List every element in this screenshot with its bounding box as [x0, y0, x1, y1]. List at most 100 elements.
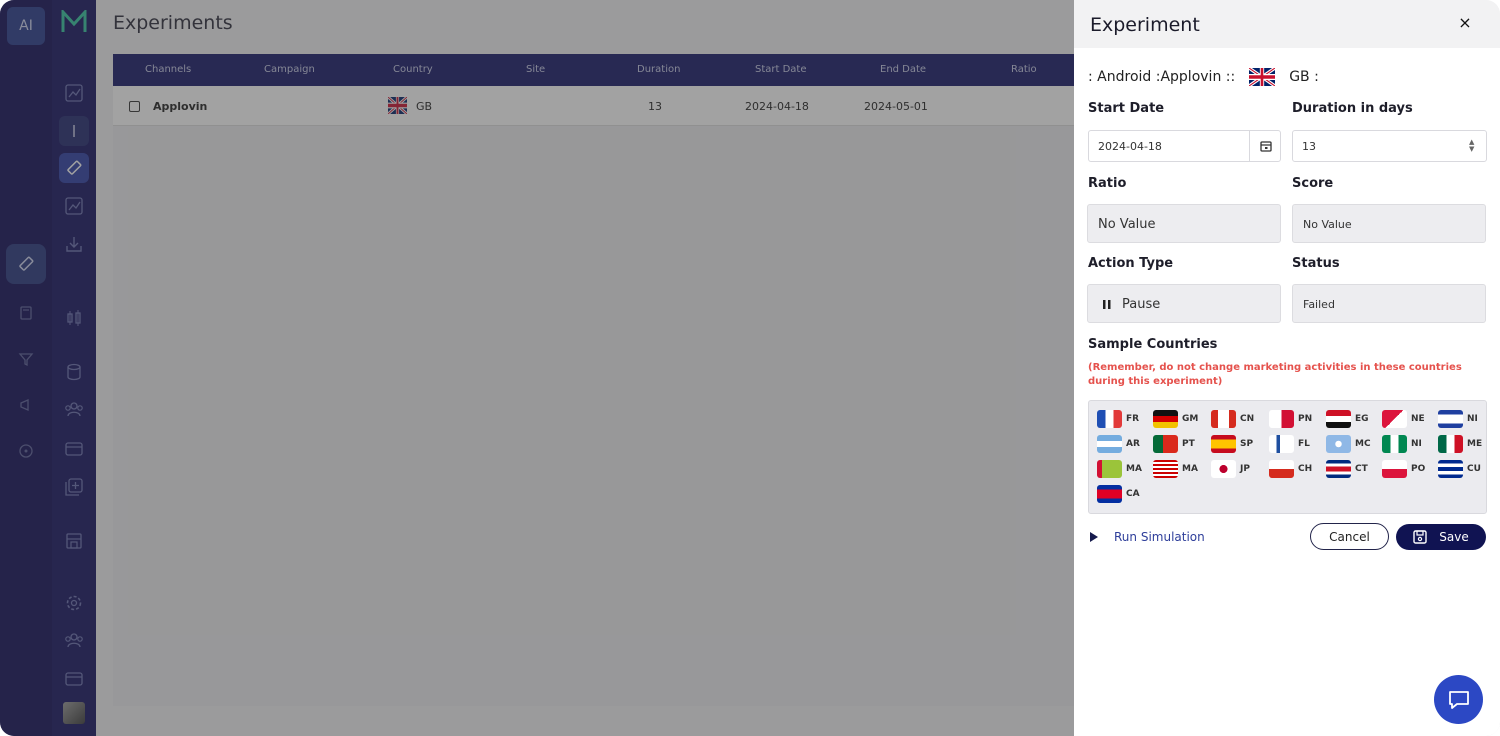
floppy-disk-icon: [1413, 530, 1427, 544]
start-date-value: 2024-04-18: [1098, 140, 1162, 153]
country-chip: CT: [1326, 460, 1368, 478]
action-type-label: Action Type: [1088, 256, 1174, 271]
calendar-icon[interactable]: [1259, 139, 1273, 153]
close-icon[interactable]: ×: [1457, 15, 1473, 31]
summary-country: GB :: [1289, 69, 1319, 85]
country-chip: MA: [1097, 460, 1142, 478]
country-chip: CH: [1269, 460, 1312, 478]
country-flag-icon: [1269, 435, 1294, 453]
country-flag-icon: [1382, 460, 1407, 478]
country-chip: NI: [1438, 410, 1478, 428]
country-chip: PN: [1269, 410, 1312, 428]
country-chip: FR: [1097, 410, 1139, 428]
country-chip: MA: [1153, 460, 1198, 478]
country-flag-icon: [1438, 410, 1463, 428]
country-flag-icon: [1269, 460, 1294, 478]
sample-countries-label: Sample Countries: [1088, 337, 1218, 352]
stepper-arrows-icon[interactable]: ▲ ▼: [1469, 139, 1474, 153]
status-value: Failed: [1303, 298, 1335, 311]
duration-stepper[interactable]: 13 ▲ ▼: [1292, 130, 1487, 162]
country-flag-icon: [1382, 410, 1407, 428]
pause-icon: [1103, 300, 1111, 309]
run-simulation-label: Run Simulation: [1114, 530, 1205, 544]
country-chip: CA: [1097, 485, 1140, 503]
country-code: AR: [1126, 439, 1140, 449]
country-flag-icon: [1326, 410, 1351, 428]
ratio-value: No Value: [1098, 217, 1156, 232]
country-code: NI: [1467, 414, 1478, 424]
country-code: GM: [1182, 414, 1199, 424]
country-code: CN: [1240, 414, 1255, 424]
country-chip: NI: [1382, 435, 1422, 453]
country-chip: CU: [1438, 460, 1481, 478]
country-flag-icon: [1211, 410, 1236, 428]
country-flag-icon: [1153, 460, 1178, 478]
start-date-label: Start Date: [1088, 101, 1165, 116]
country-code: FR: [1126, 414, 1140, 424]
country-code: PN: [1298, 414, 1313, 424]
chat-support-button[interactable]: [1434, 675, 1483, 724]
run-simulation-button[interactable]: Run Simulation: [1090, 530, 1205, 544]
country-code: PO: [1411, 464, 1426, 474]
country-flag-icon: [1153, 410, 1178, 428]
summary-prefix: : Android :Applovin ::: [1088, 69, 1236, 85]
country-flag-icon: [1326, 460, 1351, 478]
country-code: FL: [1298, 439, 1310, 449]
country-code: NE: [1411, 414, 1425, 424]
action-type-value: Pause: [1122, 297, 1161, 312]
modal-backdrop[interactable]: [0, 0, 1074, 736]
country-chip: FL: [1269, 435, 1310, 453]
panel-title: Experiment: [1090, 14, 1200, 36]
country-code: CU: [1467, 464, 1481, 474]
warning-text: (Remember, do not change marketing activ…: [1088, 362, 1462, 387]
country-code: MA: [1182, 464, 1198, 474]
country-chip: MC: [1326, 435, 1371, 453]
country-chip: PT: [1153, 435, 1195, 453]
country-chip: AR: [1097, 435, 1140, 453]
country-chip: ME: [1438, 435, 1482, 453]
country-code: SP: [1240, 439, 1254, 449]
country-flag-icon: [1153, 435, 1178, 453]
country-flag-icon: [1097, 435, 1122, 453]
score-field: No Value: [1292, 204, 1486, 243]
country-flag-icon: [1097, 485, 1122, 503]
country-flag-icon: [1097, 410, 1122, 428]
cancel-button[interactable]: Cancel: [1310, 523, 1389, 550]
country-code: EG: [1355, 414, 1369, 424]
country-chip: NE: [1382, 410, 1425, 428]
country-flag-icon: [1438, 435, 1463, 453]
country-chip: PO: [1382, 460, 1425, 478]
app-window: AI Experiments Channels Campaign Country…: [0, 0, 1500, 736]
save-button[interactable]: Save: [1396, 524, 1486, 550]
country-chip: SP: [1211, 435, 1253, 453]
experiment-panel: Experiment × : Android :Applovin :: GB :…: [1074, 0, 1500, 736]
country-code: ME: [1467, 439, 1483, 449]
status-label: Status: [1292, 256, 1340, 271]
action-type-field: Pause: [1087, 284, 1281, 323]
uk-flag-icon: [1249, 68, 1276, 86]
experiment-summary: : Android :Applovin :: GB :: [1088, 68, 1319, 86]
country-code: CH: [1298, 464, 1313, 474]
country-chip: CN: [1211, 410, 1254, 428]
country-code: NI: [1411, 439, 1422, 449]
country-code: MA: [1126, 464, 1142, 474]
ratio-label: Ratio: [1088, 176, 1127, 191]
country-code: CT: [1355, 464, 1368, 474]
start-date-input[interactable]: 2024-04-18: [1088, 130, 1281, 162]
country-chip: GM: [1153, 410, 1198, 428]
score-value: No Value: [1303, 218, 1352, 231]
country-code: JP: [1240, 464, 1250, 474]
country-flag-icon: [1211, 435, 1236, 453]
cancel-label: Cancel: [1329, 529, 1370, 544]
ratio-field: No Value: [1087, 204, 1281, 243]
country-chip: EG: [1326, 410, 1369, 428]
country-chip: JP: [1211, 460, 1250, 478]
chat-bubble-icon: [1448, 690, 1469, 709]
country-flag-icon: [1269, 410, 1294, 428]
duration-label: Duration in days: [1292, 101, 1413, 116]
play-icon: [1090, 532, 1098, 542]
country-flag-icon: [1438, 460, 1463, 478]
country-flag-icon: [1211, 460, 1236, 478]
country-code: MC: [1355, 439, 1371, 449]
status-field: Failed: [1292, 284, 1486, 323]
